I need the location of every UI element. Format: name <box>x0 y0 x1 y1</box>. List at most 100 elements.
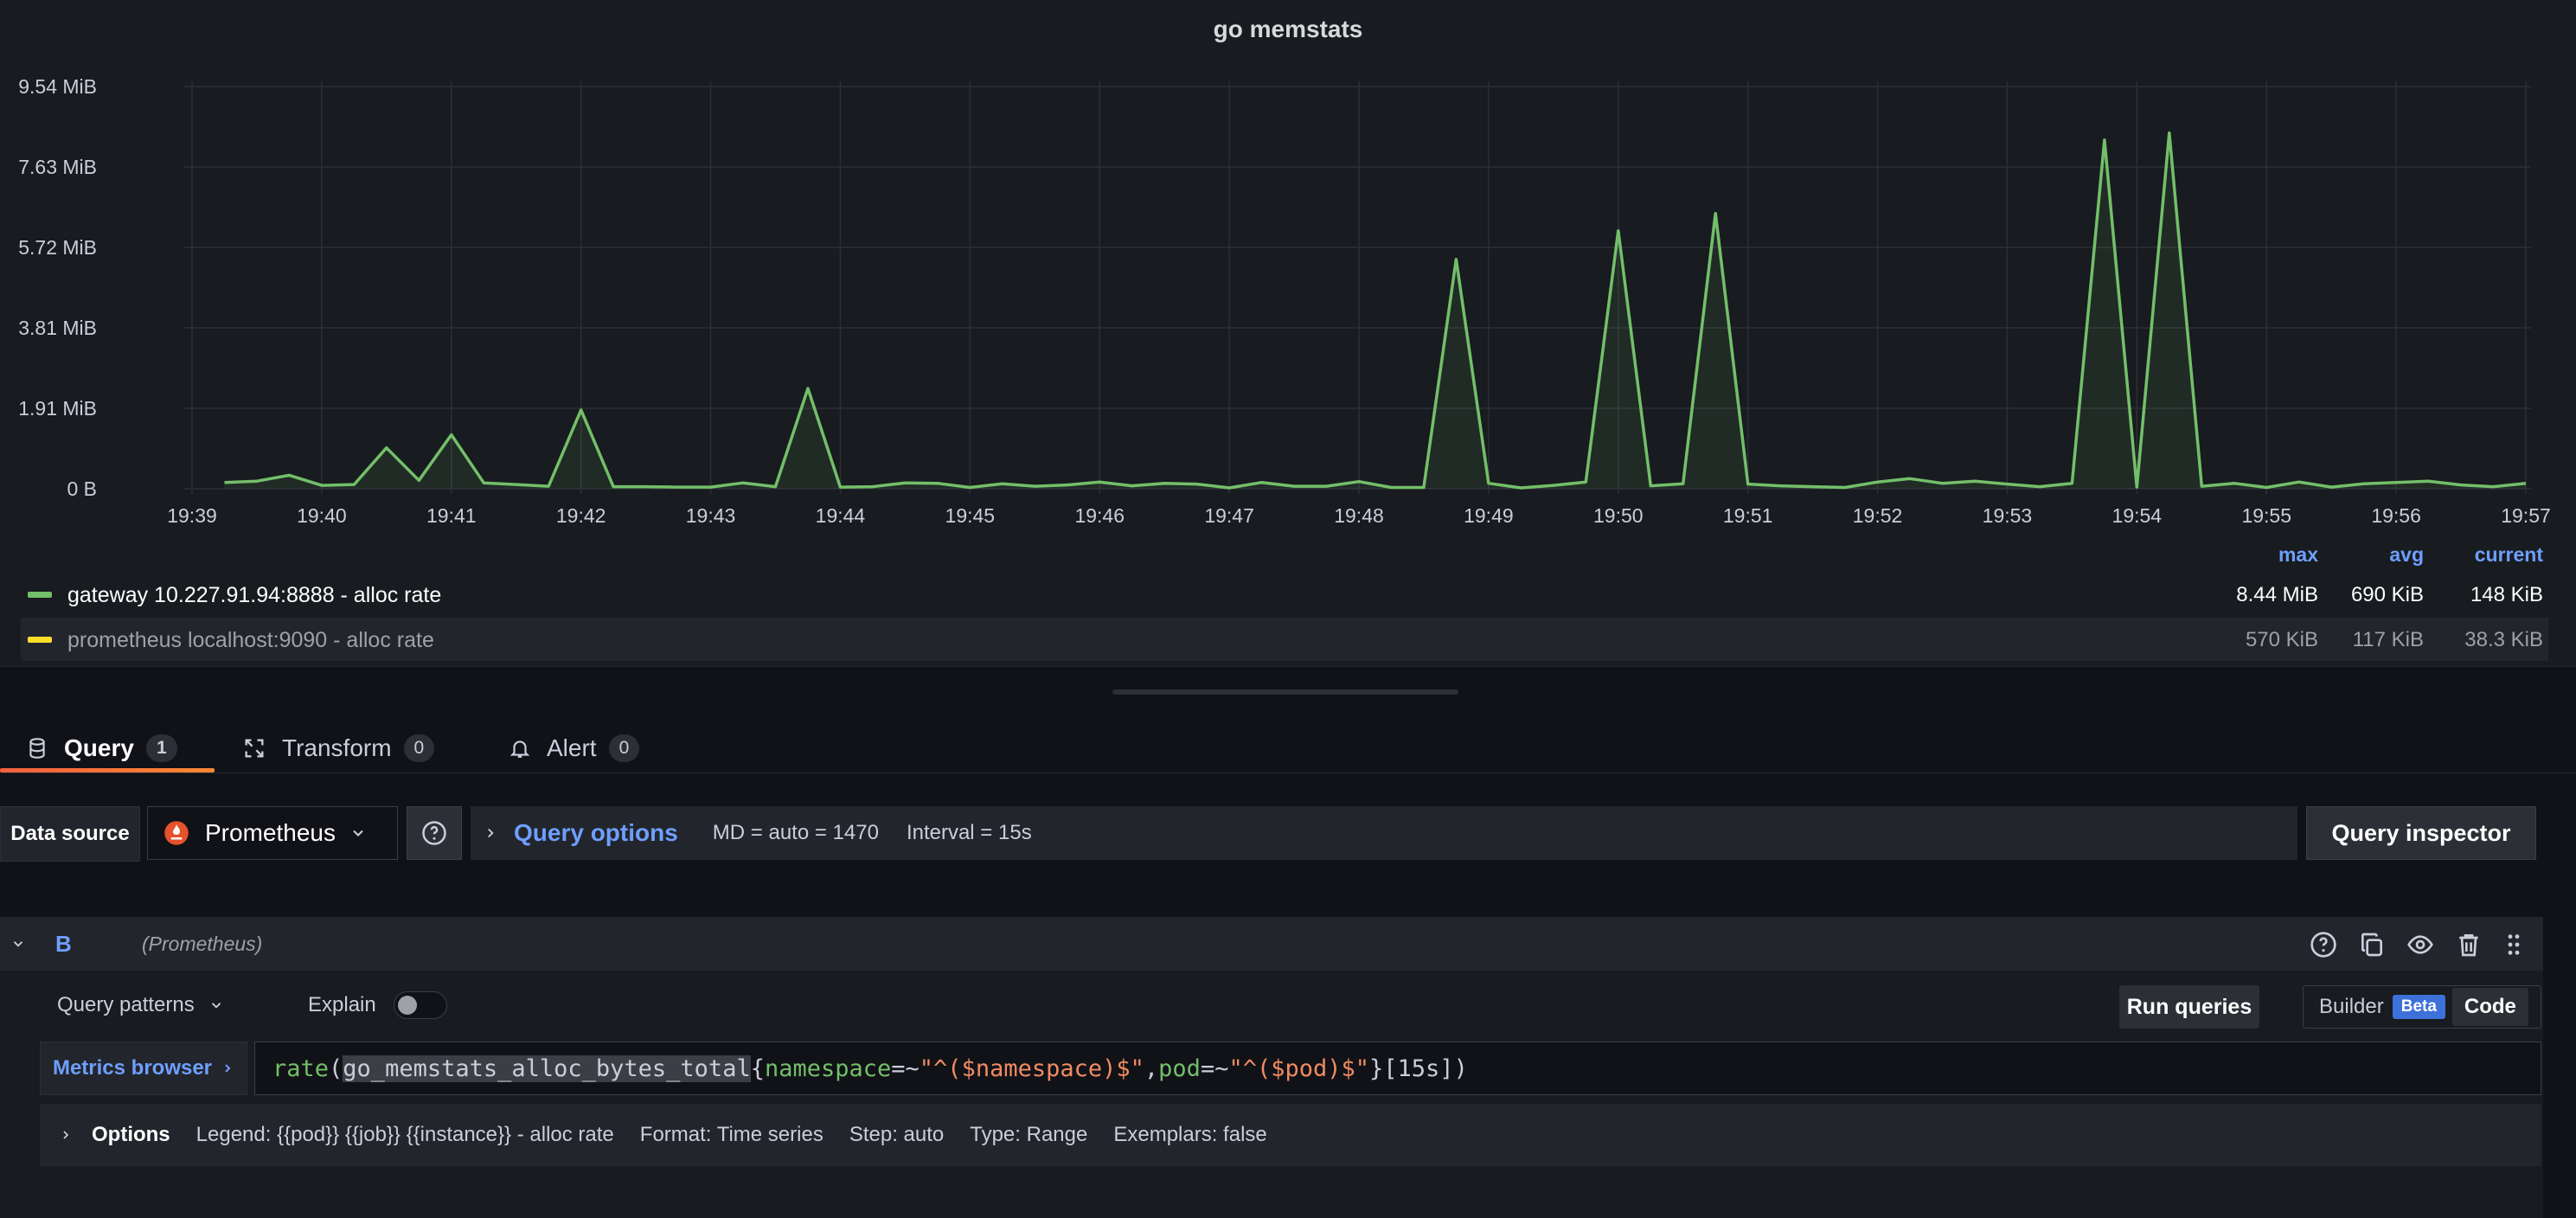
x-tick-label: 19:41 <box>426 504 477 527</box>
legend-current: 148 KiB <box>2470 583 2543 606</box>
chevron-down-icon <box>211 1003 221 1009</box>
expr-label-name: pod <box>1158 1055 1201 1082</box>
data-source-name: Prometheus <box>205 819 336 846</box>
collapse-chevron-icon[interactable] <box>10 936 26 952</box>
query-patterns-dropdown[interactable]: Query patterns <box>57 993 224 1017</box>
x-tick-label: 19:40 <box>297 504 347 527</box>
query-options-bar[interactable]: Query options MD = auto = 1470 Interval … <box>471 806 2297 860</box>
metrics-browser-label: Metrics browser <box>52 1056 213 1080</box>
y-tick-label: 0 B <box>67 478 97 500</box>
expr-paren: ) <box>1453 1055 1468 1082</box>
tab-query[interactable]: Query 1 <box>26 727 177 770</box>
legend-current: 38.3 KiB <box>2464 628 2543 651</box>
y-axis-ticks: 0 B 1.91 MiB 3.81 MiB 5.72 MiB 7.63 MiB 9.54 … <box>18 75 97 500</box>
option-format: Format: Time series <box>639 1123 823 1146</box>
y-tick-label: 5.72 MiB <box>18 236 97 259</box>
x-tick-label: 19:46 <box>1074 504 1125 527</box>
x-tick-label: 19:55 <box>2241 504 2291 527</box>
expr-operator: =~ <box>1200 1055 1229 1082</box>
query-ref-id[interactable]: B <box>55 931 72 958</box>
legend-max: 570 KiB <box>2245 628 2318 651</box>
series-color-swatch[interactable] <box>28 592 52 598</box>
tab-count-badge: 1 <box>145 734 177 762</box>
time-series-chart: 0 B 1.91 MiB 3.81 MiB 5.72 MiB 7.63 MiB 9.54 … <box>18 75 2551 527</box>
x-tick-label: 19:43 <box>686 504 736 527</box>
tab-label: Transform <box>282 734 392 761</box>
series-color-swatch[interactable] <box>28 637 52 643</box>
run-queries-button[interactable]: Run queries <box>2119 985 2259 1029</box>
tabs-divider <box>0 772 2576 773</box>
query-options-label[interactable]: Query options <box>514 819 678 847</box>
tab-label: Query <box>64 734 134 761</box>
data-source-label: Data source <box>0 806 140 862</box>
legend-avg: 117 KiB <box>2352 628 2424 651</box>
transform-icon <box>245 739 264 758</box>
trash-icon[interactable] <box>2455 931 2483 958</box>
query-inspector-button[interactable]: Query inspector <box>2306 806 2536 860</box>
data-source-picker[interactable]: Prometheus <box>147 806 398 860</box>
tab-count-badge: 0 <box>608 734 640 762</box>
panel-title: go memstats <box>1213 16 1363 42</box>
database-icon <box>29 738 45 759</box>
expr-function: rate <box>272 1055 330 1082</box>
x-tick-label: 19:39 <box>167 504 217 527</box>
legend-series-name[interactable]: prometheus localhost:9090 - alloc rate <box>67 628 434 653</box>
legend-row-gateway[interactable]: gateway 10.227.91.94:8888 - alloc rate 8… <box>21 573 2548 616</box>
query-options-row[interactable]: Options Legend: {{pod}} {{job}} {{instan… <box>40 1104 2541 1166</box>
expr-operator: =~ <box>891 1055 920 1082</box>
chevron-right-icon <box>488 828 494 838</box>
tab-label: Alert <box>547 734 597 761</box>
legend-avg: 690 KiB <box>2350 583 2424 606</box>
x-tick-label: 19:53 <box>1983 504 2033 527</box>
options-label[interactable]: Options <box>92 1123 170 1147</box>
expr-label-value: "^($namespace)$" <box>919 1055 1144 1082</box>
legend-header-current[interactable]: current <box>2431 543 2543 567</box>
x-tick-label: 19:51 <box>1723 504 1773 527</box>
promql-code-editor[interactable]: rate(go_memstats_alloc_bytes_total{names… <box>254 1042 2541 1095</box>
y-tick-label: 7.63 MiB <box>18 156 97 178</box>
series-layer <box>224 131 2527 490</box>
query-patterns-label: Query patterns <box>57 993 195 1016</box>
explain-toggle[interactable] <box>393 991 447 1019</box>
chevron-right-icon <box>63 1131 69 1139</box>
help-circle-icon[interactable] <box>2310 931 2337 958</box>
explain-toggle-group[interactable]: Explain <box>308 991 447 1019</box>
y-tick-label: 9.54 MiB <box>18 75 97 98</box>
builder-mode-button[interactable]: Builder <box>2319 995 2384 1019</box>
query-row-header[interactable]: B (Prometheus) <box>0 917 2543 971</box>
expr-label-value: "^($pod)$" <box>1228 1055 1370 1082</box>
drag-handle-icon[interactable] <box>2500 931 2528 958</box>
bell-icon <box>509 740 530 758</box>
option-exemplars: Exemplars: false <box>1113 1123 1267 1146</box>
panel-resize-handle[interactable] <box>1112 689 1458 695</box>
code-mode-button[interactable]: Code <box>2451 988 2528 1026</box>
tab-alert[interactable]: Alert 0 <box>509 727 640 770</box>
x-tick-label: 19:49 <box>1464 504 1514 527</box>
chevron-down-icon <box>353 830 363 837</box>
data-source-help-button[interactable] <box>407 806 462 860</box>
option-type: Type: Range <box>970 1123 1088 1146</box>
legend-header-avg[interactable]: avg <box>2327 543 2424 567</box>
legend-max: 8.44 MiB <box>2236 583 2318 606</box>
legend-header-max[interactable]: max <box>2214 543 2318 567</box>
chevron-right-icon <box>225 1064 231 1073</box>
prometheus-logo-icon <box>164 821 189 845</box>
tab-transform[interactable]: Transform 0 <box>242 727 435 770</box>
x-axis-ticks: 19:39 19:40 19:41 19:42 19:43 19:44 19:45 19:46… <box>167 504 2551 527</box>
help-circle-icon <box>422 821 446 845</box>
explain-label: Explain <box>308 993 376 1016</box>
expr-brace: { <box>750 1055 765 1082</box>
x-tick-label: 19:54 <box>2112 504 2163 527</box>
x-tick-label: 19:44 <box>816 504 866 527</box>
toggle-knob <box>397 996 417 1015</box>
eye-icon[interactable] <box>2406 931 2434 958</box>
duplicate-query-icon[interactable] <box>2358 931 2386 958</box>
beta-badge: Beta <box>2392 995 2445 1019</box>
metrics-browser-button[interactable]: Metrics browser <box>40 1042 247 1095</box>
query-interval: Interval = 15s <box>906 821 1032 844</box>
x-tick-label: 19:48 <box>1334 504 1384 527</box>
editor-mode-toggle[interactable]: Builder Beta Code <box>2303 985 2541 1029</box>
legend-series-name[interactable]: gateway 10.227.91.94:8888 - alloc rate <box>67 583 441 608</box>
x-tick-label: 19:56 <box>2371 504 2421 527</box>
legend-row-prometheus[interactable]: prometheus localhost:9090 - alloc rate 5… <box>21 618 2548 661</box>
